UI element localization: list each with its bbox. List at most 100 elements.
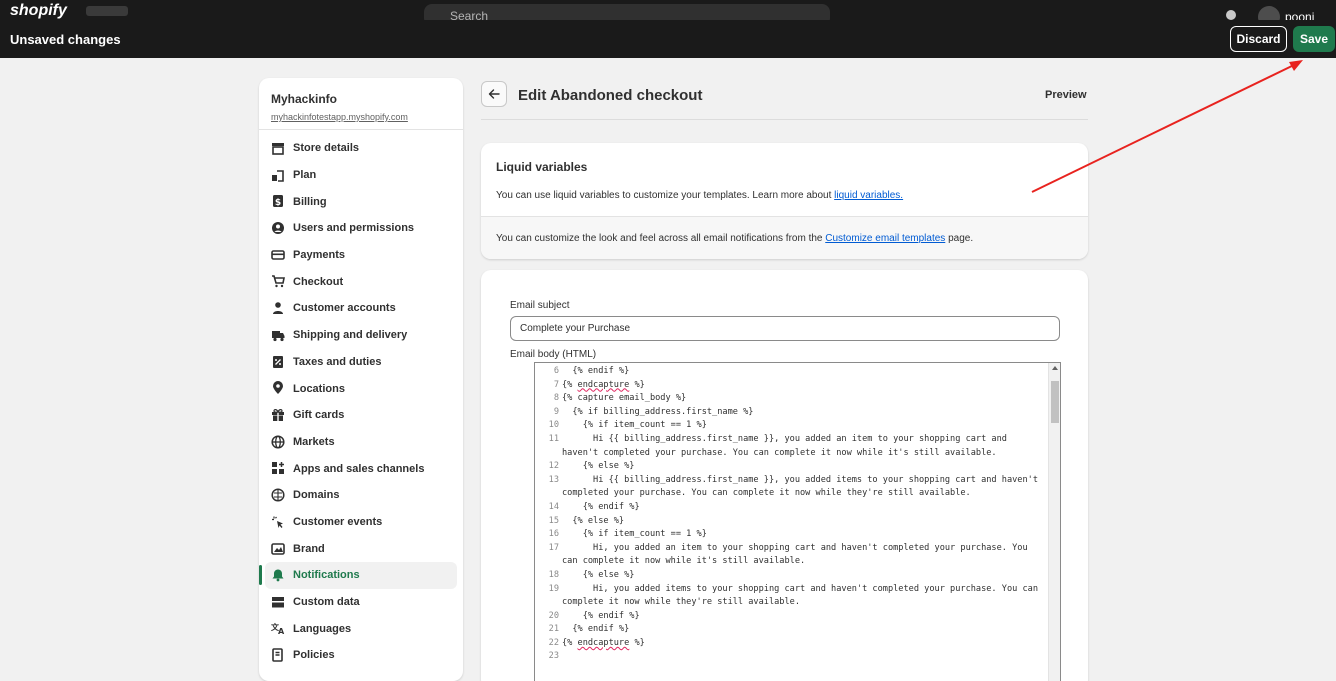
user-name[interactable]: pooni ousie (1285, 10, 1336, 20)
sidebar-item-custom-data[interactable]: Custom data (265, 589, 457, 616)
customize-templates-text: You can customize the look and feel acro… (496, 233, 973, 244)
scroll-up-icon[interactable] (1052, 366, 1058, 370)
code-line[interactable]: 6 {% endif %} (535, 365, 1046, 379)
code-text[interactable]: Hi {{ billing_address.first_name }}, you… (562, 474, 1046, 501)
code-line[interactable]: 17 Hi, you added an item to your shoppin… (535, 542, 1046, 569)
code-text[interactable]: {% endif %} (562, 365, 1046, 379)
email-body-editor[interactable]: 6 {% endif %} 7 {% endcapture %} 8 {% captur… (534, 362, 1061, 681)
sidebar-item-label: Locations (293, 382, 345, 395)
line-number: 13 (548, 474, 559, 485)
email-subject-input[interactable] (510, 316, 1060, 341)
payments-icon (271, 249, 285, 260)
footer-description: You can customize the look and feel acro… (496, 233, 826, 244)
sidebar-item-label: Domains (293, 489, 340, 502)
sidebar-item-shipping-and-delivery[interactable]: Shipping and delivery (265, 322, 457, 349)
billing-icon: $ (273, 195, 283, 208)
sidebar-item-brand[interactable]: Brand (265, 535, 457, 562)
code-text[interactable]: {% capture email_body %} (562, 392, 1046, 406)
editor-scrollbar[interactable] (1048, 363, 1060, 681)
store-header[interactable]: Myhackinfo myhackinfotestapp.myshopify.c… (259, 78, 463, 130)
code-text[interactable]: {% if billing_address.first_name %} (562, 406, 1046, 420)
code-line[interactable]: 15 {% else %} (535, 515, 1046, 529)
admin-topbar: shopify Search pooni ousie (0, 0, 1336, 20)
code-text[interactable]: Hi, you added items to your shopping car… (562, 583, 1046, 610)
plan-badge (86, 6, 128, 16)
line-number: 22 (548, 637, 559, 648)
code-text[interactable]: Hi {{ billing_address.first_name }}, you… (562, 433, 1046, 460)
sidebar-item-languages[interactable]: 文 A Languages (265, 615, 457, 642)
store-domain[interactable]: myhackinfotestapp.myshopify.com (271, 112, 463, 122)
line-number: 12 (548, 461, 559, 472)
domain-icon (271, 488, 285, 502)
code-line[interactable]: 11 Hi {{ billing_address.first_name }}, … (535, 433, 1046, 460)
line-number: 6 (553, 366, 559, 376)
sidebar-item-customer-events[interactable]: Customer events (265, 509, 457, 536)
code-text[interactable]: {% endcapture %} (562, 637, 1046, 651)
back-button[interactable] (481, 81, 507, 107)
sidebar-item-billing[interactable]: $ Billing (265, 188, 457, 215)
scrollbar-thumb[interactable] (1051, 381, 1059, 423)
code-text[interactable]: {% endif %} (562, 623, 1046, 637)
sidebar-item-locations[interactable]: Locations (265, 375, 457, 402)
line-number: 8 (553, 393, 559, 404)
sidebar-item-users-and-permissions[interactable]: Users and permissions (265, 215, 457, 242)
code-text[interactable]: {% endcapture %} (562, 379, 1046, 393)
code-line[interactable]: 18 {% else %} (535, 569, 1046, 583)
location-icon (273, 381, 283, 395)
code-text[interactable]: {% if item_count == 1 %} (562, 419, 1046, 433)
email-subject-label: Email subject (510, 300, 570, 311)
code-line[interactable]: 9 {% if billing_address.first_name %} (535, 406, 1046, 420)
code-text[interactable]: Hi, you added an item to your shopping c… (562, 542, 1046, 569)
code-line[interactable]: 20 {% endif %} (535, 610, 1046, 624)
person-icon (273, 302, 283, 315)
sidebar-item-taxes-and-duties[interactable]: Taxes and duties (265, 349, 457, 376)
discard-button[interactable]: Discard (1230, 26, 1287, 52)
code-line[interactable]: 23 (535, 650, 1046, 664)
sidebar-item-markets[interactable]: Markets (265, 429, 457, 456)
code-line[interactable]: 14 {% endif %} (535, 501, 1046, 515)
shopify-logo[interactable]: shopify (10, 2, 67, 20)
save-button[interactable]: Save (1293, 26, 1335, 52)
line-number: 18 (548, 569, 559, 580)
sidebar-item-label: Checkout (293, 275, 344, 288)
sidebar-item-store-details[interactable]: Store details (265, 135, 457, 162)
code-lines[interactable]: 6 {% endif %} 7 {% endcapture %} 8 {% captur… (535, 365, 1046, 664)
sidebar-item-payments[interactable]: Payments (265, 242, 457, 269)
code-text[interactable]: {% if item_count == 1 %} (562, 528, 1046, 542)
svg-text:A: A (278, 627, 285, 635)
code-line[interactable]: 7 {% endcapture %} (535, 379, 1046, 393)
liquid-variables-link[interactable]: liquid variables. (834, 190, 903, 201)
code-line[interactable]: 10 {% if item_count == 1 %} (535, 419, 1046, 433)
avatar[interactable] (1258, 6, 1280, 20)
code-line[interactable]: 16 {% if item_count == 1 %} (535, 528, 1046, 542)
code-text[interactable] (562, 650, 1046, 664)
sidebar-item-apps-and-sales-channels[interactable]: Apps and sales channels (265, 455, 457, 482)
sidebar-item-plan[interactable]: Plan (265, 162, 457, 189)
sidebar-item-gift-cards[interactable]: Gift cards (265, 402, 457, 429)
sidebar-item-notifications[interactable]: Notifications (259, 562, 457, 589)
sidebar-item-domains[interactable]: Domains (265, 482, 457, 509)
code-text[interactable]: {% endif %} (562, 610, 1046, 624)
code-line[interactable]: 21 {% endif %} (535, 623, 1046, 637)
code-line[interactable]: 8 {% capture email_body %} (535, 392, 1046, 406)
sidebar-item-policies[interactable]: Policies (265, 642, 457, 669)
search-bar[interactable]: Search (424, 4, 830, 20)
code-text[interactable]: {% else %} (562, 460, 1046, 474)
email-body-label: Email body (HTML) (510, 349, 597, 360)
liquid-card-footer: You can customize the look and feel acro… (481, 217, 1088, 259)
notification-icon[interactable] (1226, 10, 1236, 20)
customize-email-templates-link[interactable]: Customize email templates (825, 233, 945, 244)
settings-nav: Store details Plan $ Billing Users and permi… (259, 130, 463, 669)
code-text[interactable]: {% endif %} (562, 501, 1046, 515)
code-line[interactable]: 13 Hi {{ billing_address.first_name }}, … (535, 474, 1046, 501)
preview-button[interactable]: Preview (1045, 89, 1087, 101)
apps-icon (272, 462, 284, 475)
code-text[interactable]: {% else %} (562, 569, 1046, 583)
code-line[interactable]: 22 {% endcapture %} (535, 637, 1046, 651)
sidebar-item-customer-accounts[interactable]: Customer accounts (265, 295, 457, 322)
code-line[interactable]: 12 {% else %} (535, 460, 1046, 474)
store-name: Myhackinfo (271, 92, 338, 106)
sidebar-item-checkout[interactable]: Checkout (265, 268, 457, 295)
code-text[interactable]: {% else %} (562, 515, 1046, 529)
code-line[interactable]: 19 Hi, you added items to your shopping … (535, 583, 1046, 610)
